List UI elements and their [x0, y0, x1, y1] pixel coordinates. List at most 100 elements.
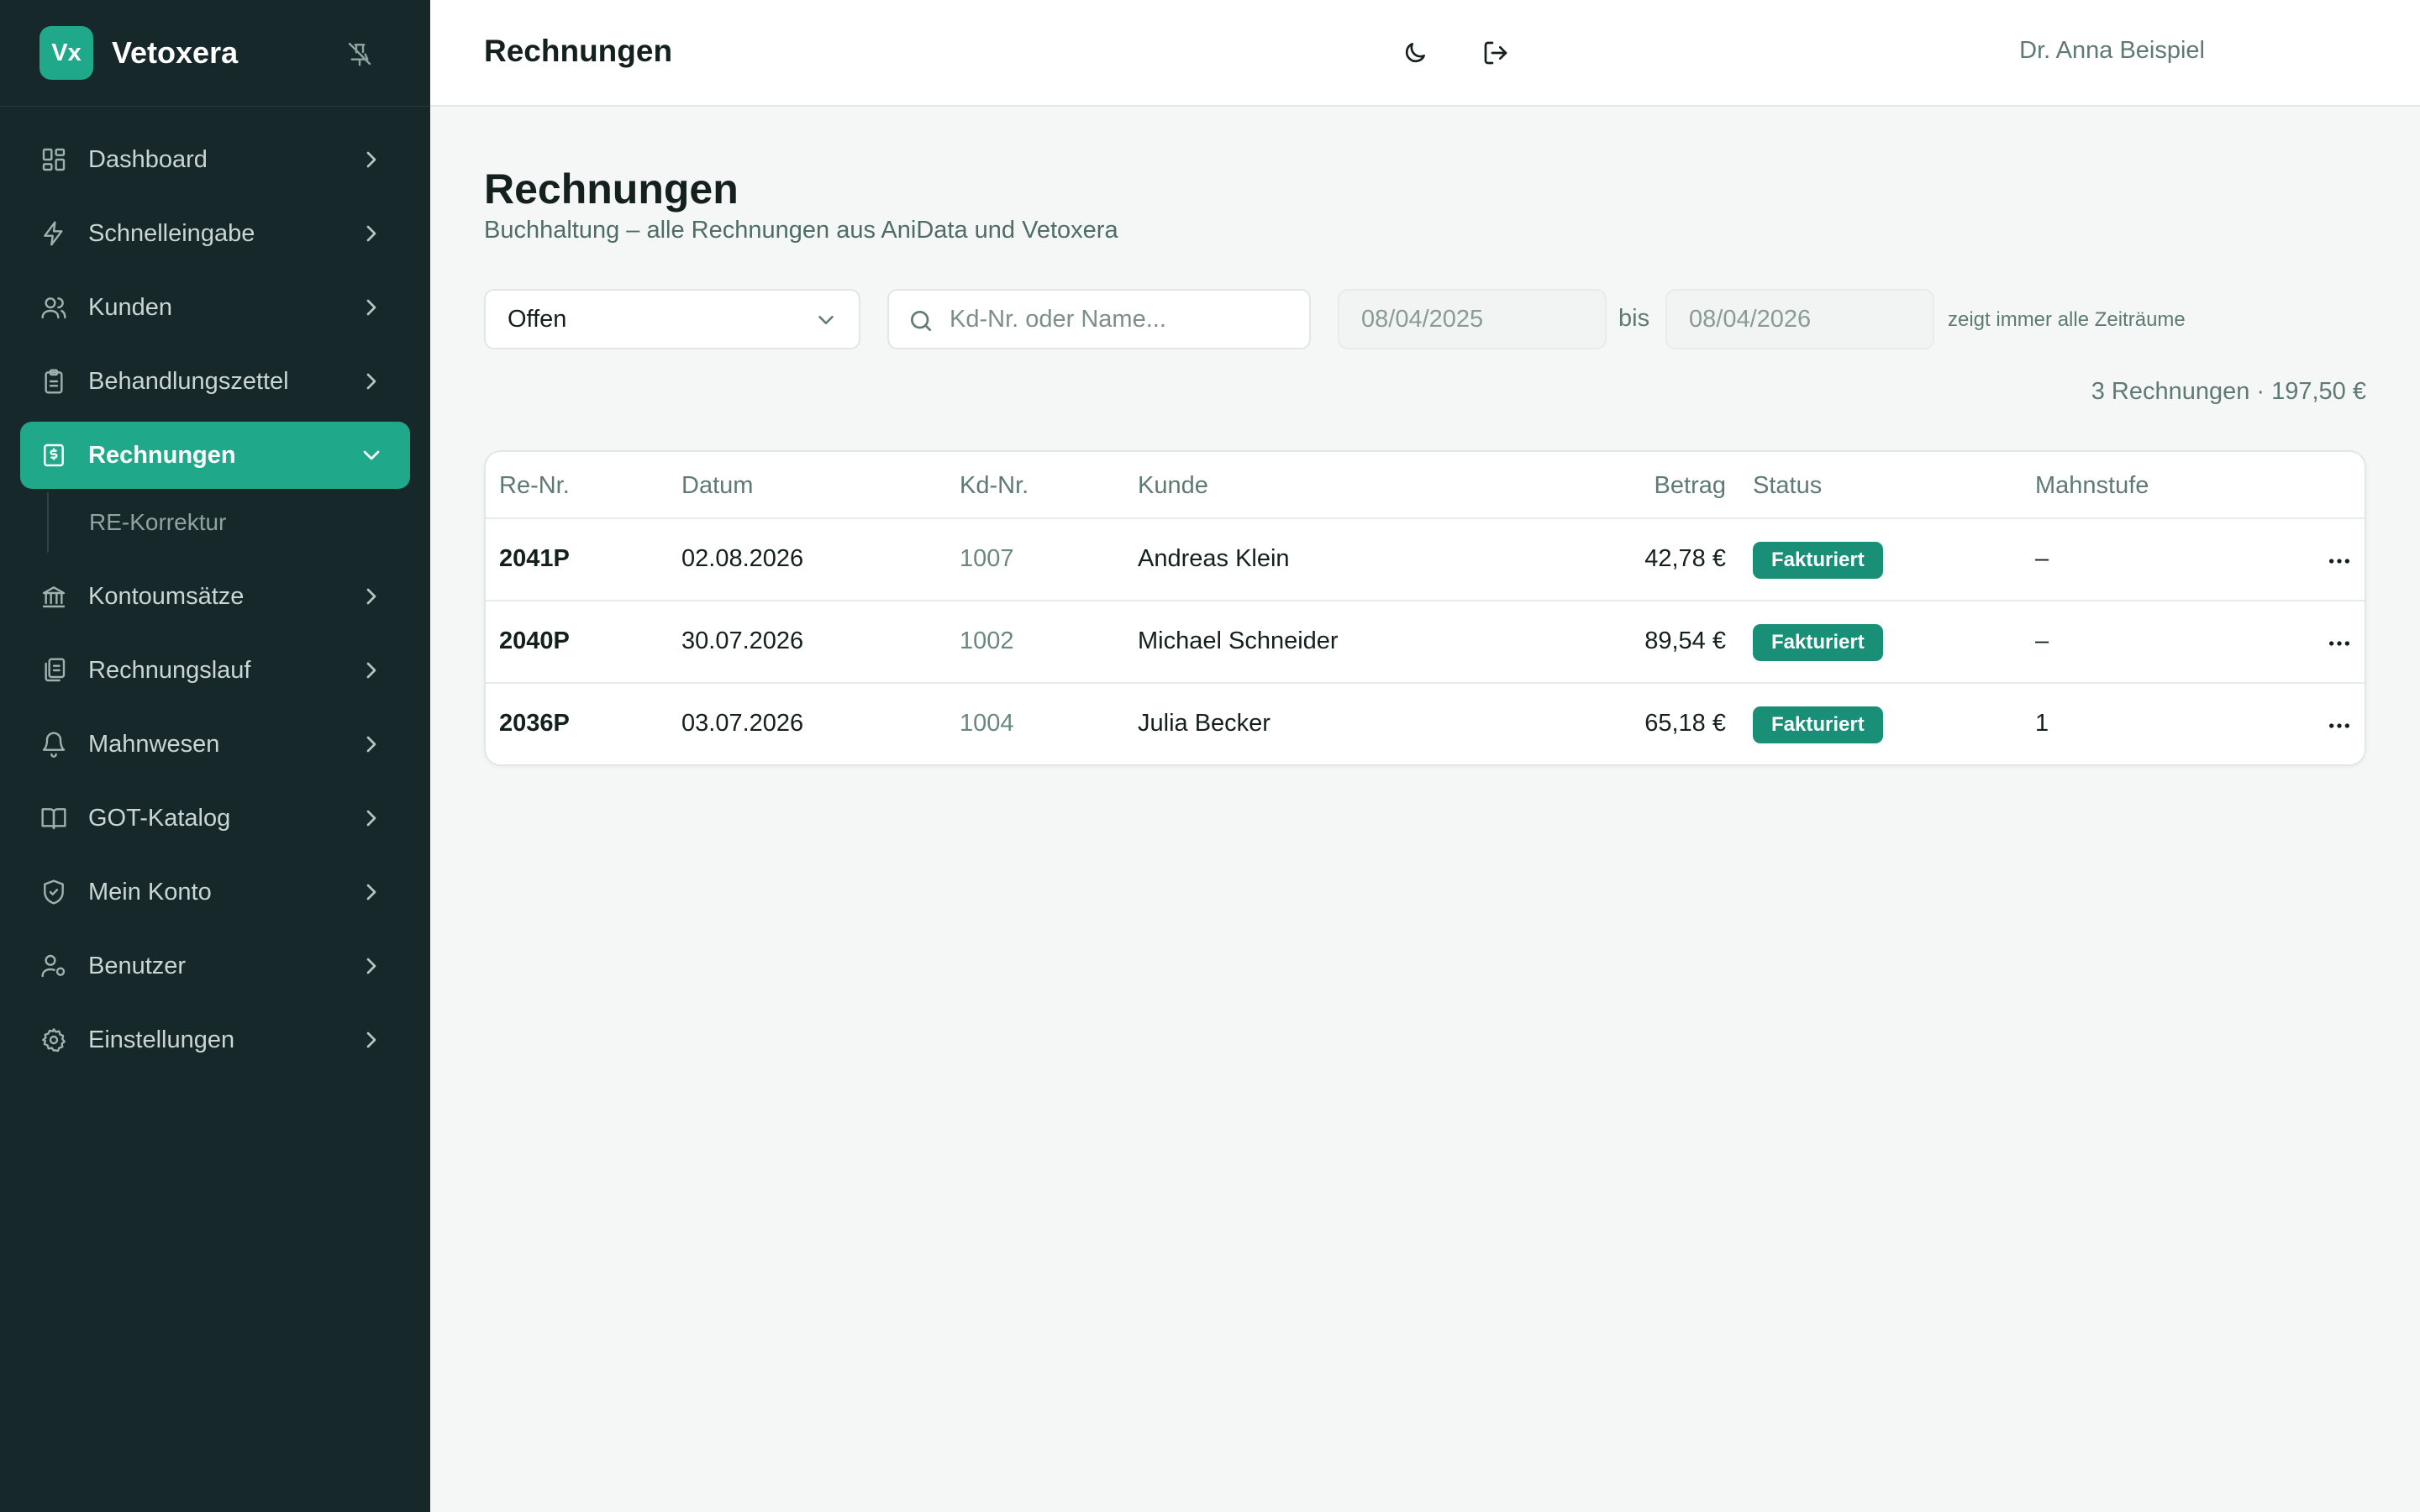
- column-header-kunde[interactable]: Kunde: [1138, 472, 1208, 500]
- status-badge: Fakturiert: [1753, 706, 1883, 743]
- page-title: Rechnungen: [484, 165, 739, 213]
- cell-re-nr: 2036P: [499, 710, 570, 737]
- column-header-datum[interactable]: Datum: [681, 472, 753, 500]
- sidebar-item-got-katalog[interactable]: GOT-Katalog: [20, 785, 410, 852]
- documents-icon: [45, 658, 66, 682]
- chevron-right-icon: [366, 884, 376, 900]
- cell-re-nr: 2041P: [499, 545, 570, 572]
- status-badge: Fakturiert: [1753, 542, 1883, 579]
- sidebar-item-rechnungen[interactable]: Rechnungen: [20, 422, 410, 489]
- shield-check-icon: [44, 879, 64, 905]
- moon-icon: [1405, 43, 1425, 63]
- brand: Vx Vetoxera: [0, 0, 430, 107]
- cell-mahnstufe: –: [2035, 627, 2049, 654]
- column-header-betrag[interactable]: Betrag: [1655, 472, 1726, 500]
- search-icon: [911, 311, 931, 331]
- sidebar-item-mein-konto[interactable]: Mein Konto: [20, 858, 410, 926]
- sidebar-item-benutzer[interactable]: Benutzer: [20, 932, 410, 1000]
- logout-icon: [1484, 41, 1507, 65]
- more-actions-icon[interactable]: [2326, 630, 2353, 657]
- sidebar-item-dashboard[interactable]: Dashboard: [20, 126, 410, 193]
- cell-betrag: 89,54 €: [1644, 627, 1726, 654]
- chevron-right-icon: [366, 1032, 376, 1048]
- search-input[interactable]: [950, 301, 1294, 338]
- users-icon: [41, 297, 66, 319]
- user-name[interactable]: Dr. Anna Beispiel: [2019, 37, 2205, 65]
- table-header: Re-Nr. Datum Kd-Nr. Kunde Betrag Status …: [486, 452, 2365, 519]
- chevron-down-icon: [363, 450, 380, 460]
- cell-datum: 30.07.2026: [681, 627, 804, 654]
- sidebar-item-label: Mein Konto: [88, 878, 212, 906]
- chevron-right-icon: [366, 588, 376, 605]
- sidebar-item-label: Dashboard: [88, 145, 208, 173]
- clipboard-icon: [45, 369, 63, 394]
- cell-datum: 02.08.2026: [681, 545, 804, 572]
- chevron-right-icon: [366, 151, 376, 168]
- sidebar-subitem-re-korrektur[interactable]: RE-Korrektur: [47, 492, 410, 553]
- sidebar-item-label: Rechnungen: [88, 441, 236, 469]
- sidebar-item-mahnwesen[interactable]: Mahnwesen: [20, 711, 410, 778]
- topbar-title: Rechnungen: [484, 34, 673, 68]
- sidebar-item-behandlungszettel[interactable]: Behandlungszettel: [20, 348, 410, 415]
- cell-betrag: 42,78 €: [1644, 545, 1726, 572]
- search-box: [887, 289, 1311, 349]
- sidebar-item-einstellungen[interactable]: Einstellungen: [20, 1006, 410, 1074]
- column-header-mahnstufe[interactable]: Mahnstufe: [2035, 472, 2149, 500]
- date-to-value: 08/04/2026: [1689, 305, 1812, 333]
- more-actions-icon[interactable]: [2326, 548, 2353, 575]
- sidebar-item-kunden[interactable]: Kunden: [20, 274, 410, 341]
- status-filter-select[interactable]: Offen: [484, 289, 860, 349]
- sidebar-item-label: Kontoumsätze: [88, 582, 245, 610]
- main-content: Rechnungen Buchhaltung – alle Rechnungen…: [430, 107, 2420, 1512]
- brand-logo: Vx: [39, 26, 93, 80]
- sidebar-item-label: Behandlungszettel: [88, 367, 289, 395]
- sidebar-item-label: GOT-Katalog: [88, 804, 231, 832]
- sidebar-item-label: Einstellungen: [88, 1026, 235, 1053]
- date-from-field[interactable]: 08/04/2025: [1338, 289, 1607, 349]
- sidebar-item-schnelleingabe[interactable]: Schnelleingabe: [20, 200, 410, 267]
- cell-re-nr: 2040P: [499, 627, 570, 654]
- column-header-re-nr[interactable]: Re-Nr.: [499, 472, 570, 500]
- cell-kunde: Michael Schneider: [1138, 627, 1339, 654]
- table-row[interactable]: 2041P 02.08.2026 1007 Andreas Klein 42,7…: [486, 519, 2365, 601]
- bank-icon: [42, 586, 66, 608]
- chevron-right-icon: [366, 299, 376, 316]
- sidebar-item-rechnungslauf[interactable]: Rechnungslauf: [20, 637, 410, 704]
- cell-kunde: Julia Becker: [1138, 710, 1270, 737]
- theme-toggle-button[interactable]: [1395, 33, 1435, 73]
- cell-kunde: Andreas Klein: [1138, 545, 1290, 572]
- column-header-status[interactable]: Status: [1753, 472, 1822, 500]
- gear-icon: [42, 1028, 66, 1053]
- date-from-value: 08/04/2025: [1361, 305, 1484, 333]
- cell-mahnstufe: 1: [2035, 710, 2049, 737]
- sidebar-item-label: Kunden: [88, 293, 172, 321]
- date-to-field[interactable]: 08/04/2026: [1665, 289, 1934, 349]
- sidebar-item-kontoumsaetze[interactable]: Kontoumsätze: [20, 563, 410, 630]
- chevron-right-icon: [366, 958, 376, 974]
- page-subtitle: Buchhaltung – alle Rechnungen aus AniDat…: [484, 217, 1118, 244]
- chevron-down-icon: [818, 316, 834, 324]
- status-badge: Fakturiert: [1753, 624, 1883, 661]
- book-icon: [41, 808, 66, 830]
- chevron-right-icon: [366, 225, 376, 242]
- sidebar: Vx Vetoxera Dashboard Schnelleingabe Kun…: [0, 0, 430, 1512]
- cell-datum: 03.07.2026: [681, 710, 804, 737]
- cell-kd-nr[interactable]: 1007: [960, 545, 1014, 573]
- chevron-right-icon: [366, 373, 376, 390]
- dashboard-icon: [42, 148, 66, 171]
- cell-kd-nr[interactable]: 1004: [960, 710, 1014, 738]
- chevron-right-icon: [366, 736, 376, 753]
- unpin-sidebar-button[interactable]: [343, 37, 376, 71]
- logout-button[interactable]: [1476, 33, 1516, 73]
- sidebar-subitem-label: RE-Korrektur: [89, 509, 227, 535]
- bell-icon: [42, 732, 66, 758]
- table-row[interactable]: 2036P 03.07.2026 1004 Julia Becker 65,18…: [486, 684, 2365, 764]
- column-header-kd-nr[interactable]: Kd-Nr.: [960, 472, 1028, 500]
- cell-mahnstufe: –: [2035, 545, 2049, 572]
- brand-name: Vetoxera: [112, 35, 239, 70]
- invoices-table: Re-Nr. Datum Kd-Nr. Kunde Betrag Status …: [484, 450, 2366, 766]
- more-actions-icon[interactable]: [2326, 712, 2353, 739]
- cell-kd-nr[interactable]: 1002: [960, 627, 1014, 655]
- table-row[interactable]: 2040P 30.07.2026 1002 Michael Schneider …: [486, 601, 2365, 684]
- lightning-icon: [44, 221, 63, 246]
